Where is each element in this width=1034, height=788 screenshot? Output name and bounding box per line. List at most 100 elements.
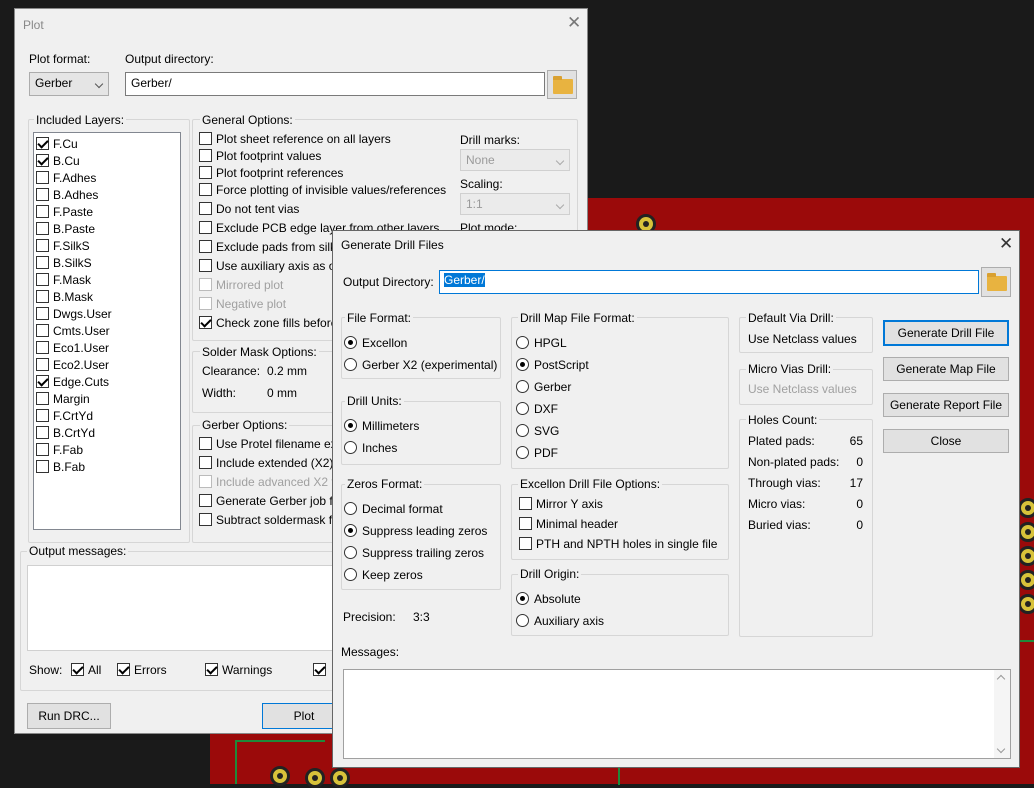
layers-list[interactable]: F.Cu B.Cu F.Adhes B.Adhes F.Paste B.Paste F.Si… [33,132,181,530]
drill-map-option-1[interactable]: PostScript [516,356,589,373]
gerber-option-1[interactable]: Include extended (X2) [199,454,333,471]
checkbox[interactable] [199,132,212,145]
close-button[interactable]: Close [883,429,1009,453]
layer-item-b-fab[interactable]: B.Fab [36,458,85,475]
show-filter-1[interactable]: Errors [117,661,167,678]
drill-map-option-5[interactable]: PDF [516,444,558,461]
show-filter-3[interactable] [313,661,330,678]
checkbox[interactable] [199,149,212,162]
show-filter-0[interactable]: All [71,661,101,678]
checkbox[interactable] [36,409,49,422]
layer-item-cmts-user[interactable]: Cmts.User [36,322,110,339]
layer-item-b-paste[interactable]: B.Paste [36,220,95,237]
checkbox[interactable] [205,663,218,676]
file-format-option-0[interactable]: Excellon [344,334,407,351]
scroll-up-icon[interactable] [996,674,1006,684]
checkbox[interactable] [36,137,49,150]
layer-item-b-adhes[interactable]: B.Adhes [36,186,98,203]
layer-item-eco2-user[interactable]: Eco2.User [36,356,109,373]
layer-item-f-adhes[interactable]: F.Adhes [36,169,96,186]
checkbox[interactable] [313,663,326,676]
checkbox[interactable] [36,171,49,184]
messages-scrollbar[interactable] [994,670,1010,758]
checkbox[interactable] [36,443,49,456]
checkbox[interactable] [36,154,49,167]
radio-button[interactable] [344,568,357,581]
checkbox[interactable] [71,663,84,676]
checkbox[interactable] [199,494,212,507]
general-option-1[interactable]: Plot footprint values [199,147,321,164]
checkbox[interactable] [36,375,49,388]
general-option-4[interactable]: Do not tent vias [199,200,299,217]
general-option-10[interactable]: Check zone fills before [199,314,337,331]
radio-button[interactable] [344,546,357,559]
zeros-format-option-1[interactable]: Suppress leading zeros [344,522,487,539]
checkbox[interactable] [199,202,212,215]
general-option-9[interactable]: Negative plot [199,295,286,312]
checkbox[interactable] [199,259,212,272]
checkbox[interactable] [199,456,212,469]
close-icon[interactable]: ✕ [999,234,1013,254]
checkbox[interactable] [199,316,212,329]
radio-button[interactable] [516,446,529,459]
checkbox[interactable] [36,290,49,303]
radio-button[interactable] [344,419,357,432]
drill-units-option-1[interactable]: Inches [344,439,397,456]
drill-map-option-3[interactable]: DXF [516,400,558,417]
zeros-format-option-2[interactable]: Suppress trailing zeros [344,544,484,561]
layer-item-f-paste[interactable]: F.Paste [36,203,93,220]
gerber-option-0[interactable]: Use Protel filename ex [199,435,337,452]
general-option-3[interactable]: Force plotting of invisible values/refer… [199,181,446,198]
generate-drill-file-button[interactable]: Generate Drill File [883,320,1009,346]
checkbox[interactable] [199,240,212,253]
radio-button[interactable] [516,424,529,437]
checkbox[interactable] [36,358,49,371]
messages-area[interactable] [343,669,1011,759]
drill-map-option-0[interactable]: HPGL [516,334,567,351]
checkbox[interactable] [199,513,212,526]
radio-button[interactable] [516,358,529,371]
scroll-down-icon[interactable] [996,744,1006,754]
radio-button[interactable] [516,592,529,605]
drill-map-option-2[interactable]: Gerber [516,378,571,395]
checkbox[interactable] [199,297,212,310]
layer-item-f-mask[interactable]: F.Mask [36,271,91,288]
drill-origin-option-0[interactable]: Absolute [516,590,581,607]
output-directory-input[interactable]: Gerber/ [125,72,545,96]
drill-marks-select[interactable]: None [460,149,570,171]
layer-item-dwgs-user[interactable]: Dwgs.User [36,305,112,322]
checkbox[interactable] [36,256,49,269]
radio-button[interactable] [516,336,529,349]
checkbox[interactable] [36,273,49,286]
checkbox[interactable] [36,460,49,473]
plot-format-select[interactable]: Gerber [29,72,109,96]
checkbox[interactable] [36,239,49,252]
file-format-option-1[interactable]: Gerber X2 (experimental) [344,356,497,373]
radio-button[interactable] [516,402,529,415]
general-option-6[interactable]: Exclude pads from silk [199,238,336,255]
layer-item-b-silks[interactable]: B.SilkS [36,254,92,271]
general-option-2[interactable]: Plot footprint references [199,164,343,181]
radio-button[interactable] [344,441,357,454]
gerber-option-2[interactable]: Include advanced X2 fe [199,473,341,490]
checkbox[interactable] [199,475,212,488]
close-icon[interactable]: ✕ [567,13,581,33]
layer-item-b-cu[interactable]: B.Cu [36,152,80,169]
checkbox[interactable] [36,188,49,201]
checkbox[interactable] [199,278,212,291]
checkbox[interactable] [519,517,532,530]
gerber-option-4[interactable]: Subtract soldermask fr [199,511,336,528]
drill-browse-directory-button[interactable] [981,267,1011,297]
radio-button[interactable] [516,380,529,393]
layer-item-f-silks[interactable]: F.SilkS [36,237,90,254]
width-value[interactable]: 0 mm [267,386,297,400]
excellon-option-1[interactable]: Minimal header [519,515,618,532]
generate-report-file-button[interactable]: Generate Report File [883,393,1009,417]
generate-map-file-button[interactable]: Generate Map File [883,357,1009,381]
radio-button[interactable] [516,614,529,627]
checkbox[interactable] [36,324,49,337]
checkbox[interactable] [36,392,49,405]
checkbox[interactable] [199,437,212,450]
general-option-0[interactable]: Plot sheet reference on all layers [199,130,391,147]
checkbox[interactable] [519,497,532,510]
